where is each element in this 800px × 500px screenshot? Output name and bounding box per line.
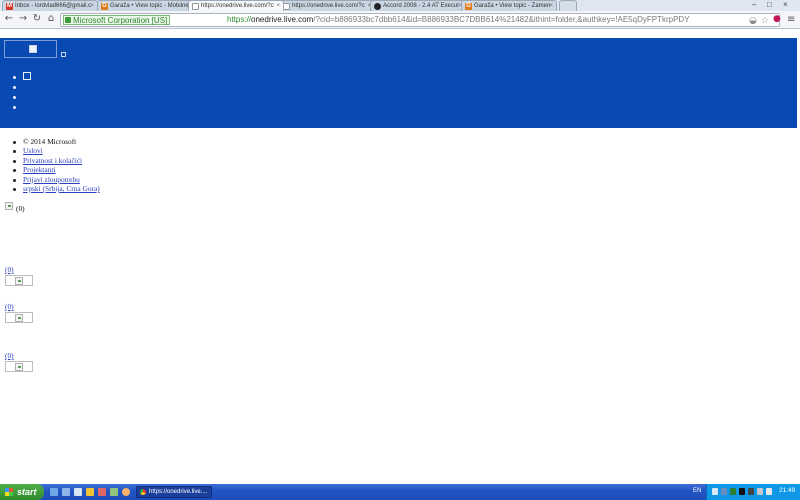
footer-item: srpski (Srbija, Crna Gora)	[13, 184, 100, 193]
forward-arrow-icon[interactable]: →	[17, 13, 29, 25]
report-abuse-link[interactable]: Prijavi zloupotrebu	[23, 175, 80, 184]
taskbar-clock: 21:49	[779, 487, 796, 494]
footer-item: Privatnost i kolačići	[13, 156, 100, 165]
privacy-link[interactable]: Privatnost i kolačići	[23, 156, 82, 165]
home-icon[interactable]: ⌂	[45, 13, 57, 25]
onedrive-logo[interactable]	[4, 40, 57, 58]
ev-certificate-badge[interactable]: Microsoft Corporation [US]	[63, 15, 171, 25]
terms-link[interactable]: Uslovi	[23, 146, 43, 155]
quicklaunch-icon[interactable]	[110, 488, 118, 496]
tray-icon[interactable]	[730, 488, 736, 495]
tab-title: Accord 2008 - 2.4 AT Execut	[383, 3, 459, 9]
tab-accord[interactable]: Accord 2008 - 2.4 AT Execut ×	[370, 0, 466, 11]
gmail-icon: M	[6, 3, 13, 10]
tab-onedrive-active[interactable]: https://onedrive.live.com/?c ×	[188, 0, 284, 11]
windows-taskbar: start https://onedrive.live.... EN 21:49	[0, 484, 800, 500]
tab-title: Inbox - lordvlad666@gmail.c	[15, 3, 92, 9]
developers-link[interactable]: Projektanti	[23, 165, 55, 174]
tray-icon[interactable]	[721, 488, 727, 495]
address-bar[interactable]: Microsoft Corporation [US] https://onedr…	[60, 13, 780, 27]
header-nav-item[interactable]	[13, 72, 31, 82]
item-counter: (0)	[16, 204, 25, 213]
accord-icon	[374, 3, 381, 10]
star-bookmark-icon[interactable]: ☆	[761, 15, 769, 26]
url-scheme: https://	[227, 15, 252, 24]
close-tab-icon[interactable]: ×	[90, 1, 94, 11]
url-text: https://onedrive.live.com/?cid=b886933bc…	[227, 14, 690, 26]
broken-image-icon	[5, 202, 13, 210]
reload-icon[interactable]: ↻	[31, 13, 43, 25]
ev-certificate-label: Microsoft Corporation [US]	[73, 16, 168, 25]
minimize-icon[interactable]: –	[752, 0, 756, 9]
taskbar-item-chrome[interactable]: https://onedrive.live....	[136, 486, 212, 498]
footer-item: Prijavi zloupotrebu	[13, 175, 100, 184]
language-link[interactable]: srpski (Srbija, Crna Gora)	[23, 184, 100, 193]
extension-icon[interactable]: ◒	[749, 15, 757, 26]
header-nav-item[interactable]	[13, 102, 29, 112]
page-icon	[283, 3, 290, 10]
new-tab-button[interactable]	[559, 0, 577, 11]
taskbar-item-title: https://onedrive.live....	[149, 489, 208, 495]
app-switcher-checkbox[interactable]	[61, 52, 66, 57]
back-arrow-icon[interactable]: ←	[3, 13, 15, 25]
garaza-icon: G	[101, 3, 108, 10]
url-host: onedrive.live.com	[251, 15, 314, 24]
item-thumbnail[interactable]	[5, 312, 33, 323]
url-path: /?cid=b886933bc7dbb614&id=B886933BC7DBB6…	[313, 15, 690, 24]
tab-onedrive[interactable]: https://onedrive.live.com/?c ×	[279, 0, 375, 11]
broken-image-icon	[15, 277, 23, 285]
quicklaunch-icon[interactable]	[74, 488, 82, 496]
garaza-icon: G	[465, 3, 472, 10]
lock-icon	[65, 17, 71, 23]
item-thumbnail[interactable]	[5, 361, 33, 372]
tab-strip: M Inbox - lordvlad666@gmail.c × G Garaža…	[0, 0, 800, 11]
broken-image-icon	[15, 363, 23, 371]
network-icon[interactable]	[757, 488, 763, 495]
browser-toolbar: ← → ↻ ⌂ Microsoft Corporation [US] https…	[0, 11, 800, 29]
maximize-icon[interactable]: □	[767, 0, 772, 9]
windows-flag-icon	[5, 488, 13, 496]
quicklaunch-icon[interactable]	[62, 488, 70, 496]
tray-icon[interactable]	[748, 488, 754, 495]
header-nav-item[interactable]	[13, 92, 29, 102]
start-button[interactable]: start	[0, 484, 44, 500]
item-count-link[interactable]: (0)	[5, 302, 14, 311]
header-nav-item[interactable]	[13, 82, 29, 92]
page-icon	[192, 3, 199, 10]
chrome-quicklaunch-icon[interactable]	[122, 488, 130, 496]
tab-gmail-inbox[interactable]: M Inbox - lordvlad666@gmail.c ×	[2, 0, 98, 11]
quicklaunch-icon[interactable]	[98, 488, 106, 496]
footer-item: Projektanti	[13, 165, 100, 174]
extension-pink-icon[interactable]: ●	[773, 14, 781, 24]
start-label: start	[17, 487, 37, 497]
item-count-link[interactable]: (0)	[5, 351, 14, 360]
tab-title: https://onedrive.live.com/?c	[201, 3, 274, 9]
footer-list: © 2014 Microsoft Uslovi Privatnost i kol…	[13, 137, 100, 193]
tab-garaza-zamena[interactable]: G Garaža • View topic - Zamen ×	[461, 0, 557, 11]
onedrive-header	[0, 38, 797, 128]
folder-icon[interactable]	[86, 488, 94, 496]
chrome-menu-icon[interactable]: ≡	[787, 14, 795, 25]
close-tab-icon[interactable]: ×	[549, 1, 553, 11]
tab-garaza-mobilno[interactable]: G Garaža • View topic - Mobilno ×	[97, 0, 193, 11]
chrome-icon	[140, 489, 146, 495]
close-tab-icon[interactable]: ×	[276, 1, 280, 11]
header-nav-list	[13, 72, 31, 112]
item-thumbnail[interactable]	[5, 275, 33, 286]
tray-icon[interactable]	[739, 488, 745, 495]
broken-image-icon	[29, 45, 37, 53]
footer-item: Uslovi	[13, 146, 100, 155]
close-window-icon[interactable]: ×	[783, 0, 788, 9]
tab-title: https://onedrive.live.com/?c	[292, 3, 365, 9]
header-checkbox[interactable]	[23, 72, 31, 80]
copyright-text: © 2014 Microsoft	[13, 137, 100, 146]
show-desktop-icon[interactable]	[50, 488, 58, 496]
volume-icon[interactable]	[766, 488, 772, 495]
item-count-link[interactable]: (0)	[5, 265, 14, 274]
tab-title: Garaža • View topic - Mobilno	[110, 3, 189, 9]
tray-icon[interactable]	[712, 488, 718, 495]
language-indicator[interactable]: EN	[693, 488, 701, 494]
broken-image-icon	[15, 314, 23, 322]
tab-title: Garaža • View topic - Zamen	[474, 3, 551, 9]
